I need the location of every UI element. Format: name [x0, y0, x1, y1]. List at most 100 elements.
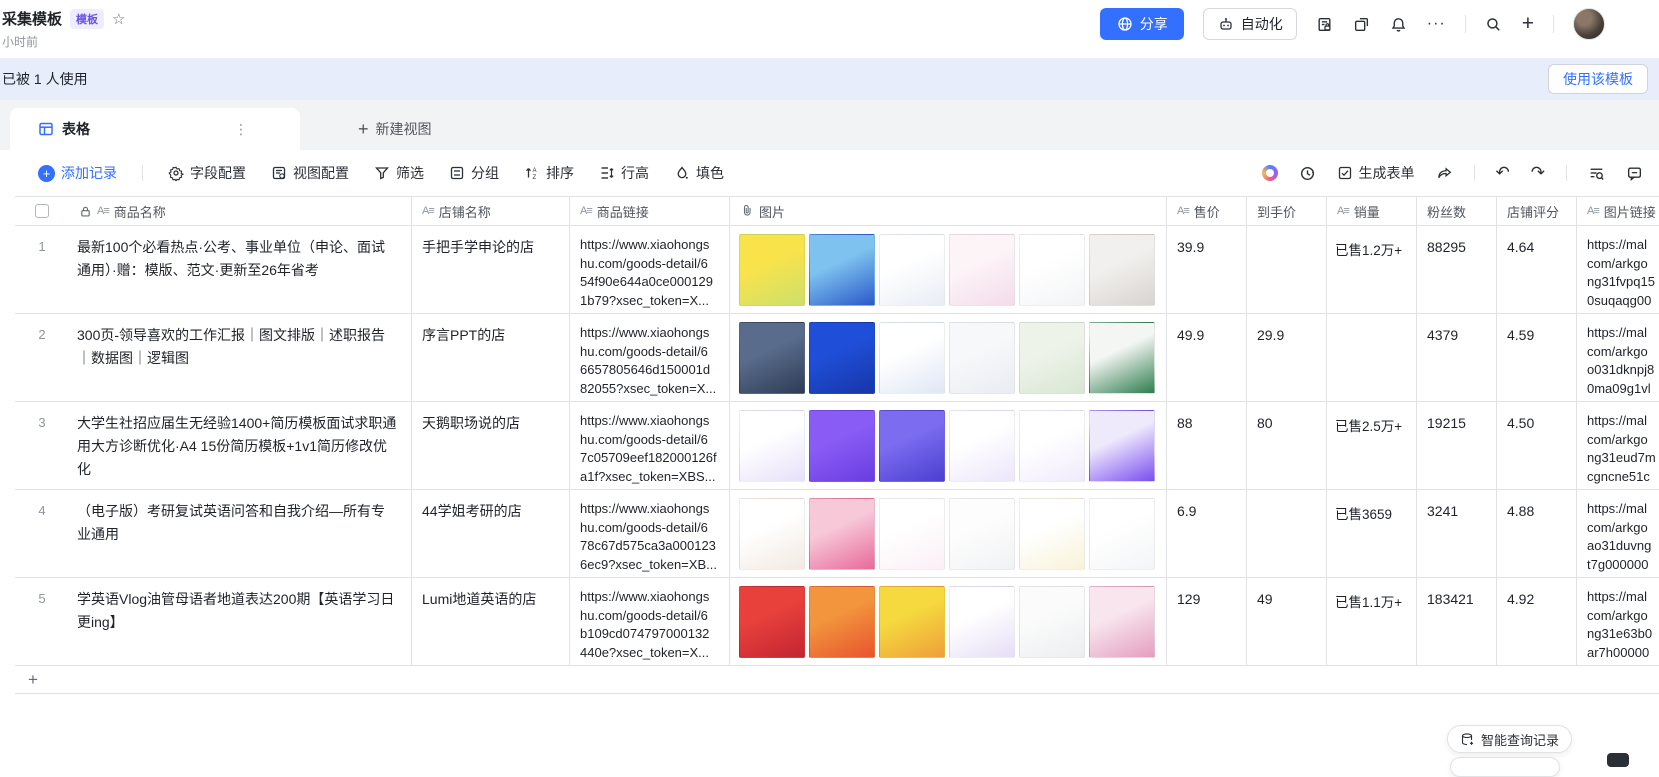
cell-product-name[interactable]: （电子版）考研复试英语问答和自我介绍—所有专业通用	[69, 490, 412, 577]
cell-product-link[interactable]: https://www.xiaohongs hu.com/goods-detai…	[570, 402, 730, 489]
undo-icon[interactable]: ↶	[1496, 163, 1510, 183]
cell-sales[interactable]	[1327, 314, 1417, 401]
cell-final-price[interactable]: 80	[1247, 402, 1327, 489]
image-thumbnail[interactable]	[739, 322, 805, 394]
sort-button[interactable]: AZ 排序	[524, 163, 574, 183]
column-header-images[interactable]: 图片	[730, 197, 1167, 225]
share-view-icon[interactable]	[1436, 165, 1453, 182]
view-config-button[interactable]: 视图配置	[271, 163, 349, 183]
cell-product-link[interactable]: https://www.xiaohongs hu.com/goods-detai…	[570, 314, 730, 401]
select-all-cell[interactable]	[15, 197, 69, 225]
image-thumbnail[interactable]	[949, 410, 1015, 482]
image-thumbnail[interactable]	[739, 234, 805, 306]
template-center-icon[interactable]	[1353, 15, 1371, 33]
cell-shop-name[interactable]: 手把手学申论的店	[412, 226, 570, 313]
cell-fans[interactable]: 3241	[1417, 490, 1497, 577]
image-thumbnail[interactable]	[739, 410, 805, 482]
cell-image-link[interactable]: https://mal com/arkgo ng31e63b0 ar7h0000…	[1577, 578, 1659, 665]
row-number-cell[interactable]: 4	[15, 490, 69, 577]
table-row[interactable]: 4 （电子版）考研复试英语问答和自我介绍—所有专业通用 44学姐考研的店 htt…	[15, 490, 1659, 578]
select-all-checkbox[interactable]	[35, 204, 49, 218]
group-button[interactable]: 分组	[449, 163, 499, 183]
cell-product-link[interactable]: https://www.xiaohongs hu.com/goods-detai…	[570, 578, 730, 665]
image-thumbnail[interactable]	[949, 234, 1015, 306]
cell-product-link[interactable]: https://www.xiaohongs hu.com/goods-detai…	[570, 226, 730, 313]
cell-product-name[interactable]: 最新100个必看热点·公考、事业单位（申论、面试通用）·赠：模版、范文·更新至2…	[69, 226, 412, 313]
image-thumbnail[interactable]	[809, 498, 875, 570]
fill-color-button[interactable]: 填色	[674, 163, 724, 183]
column-header-product-link[interactable]: A≡ 商品链接	[570, 197, 730, 225]
cell-price[interactable]: 6.9	[1167, 490, 1247, 577]
history-icon[interactable]	[1299, 165, 1316, 182]
cell-final-price[interactable]	[1247, 226, 1327, 313]
image-thumbnail[interactable]	[1019, 234, 1085, 306]
bell-icon[interactable]	[1390, 15, 1408, 33]
image-thumbnail[interactable]	[1019, 410, 1085, 482]
find-records-icon[interactable]	[1588, 165, 1605, 182]
cell-sales[interactable]: 已售1.1万+	[1327, 578, 1417, 665]
cell-image-link[interactable]: https://mal com/arkgo ng31eud7m cgncne51…	[1577, 402, 1659, 489]
image-thumbnail[interactable]	[809, 410, 875, 482]
image-thumbnail[interactable]	[949, 498, 1015, 570]
image-thumbnail[interactable]	[739, 586, 805, 658]
image-thumbnail[interactable]	[1089, 498, 1155, 570]
search-icon[interactable]	[1485, 15, 1503, 33]
smart-query-button[interactable]: 智能查询记录	[1447, 725, 1572, 753]
cell-shop-name[interactable]: 序言PPT的店	[412, 314, 570, 401]
image-thumbnail[interactable]	[879, 498, 945, 570]
generate-form-button[interactable]: 生成表单	[1337, 163, 1415, 183]
cell-images[interactable]	[730, 578, 1167, 665]
column-header-shop-name[interactable]: A≡ 店铺名称	[412, 197, 570, 225]
cell-shop-name[interactable]: 天鹅职场说的店	[412, 402, 570, 489]
cell-fans[interactable]: 183421	[1417, 578, 1497, 665]
cell-image-link[interactable]: https://mal com/arkgo ao31duvng t7g00000…	[1577, 490, 1659, 577]
cell-price[interactable]: 49.9	[1167, 314, 1247, 401]
cell-rating[interactable]: 4.64	[1497, 226, 1577, 313]
cell-price[interactable]: 129	[1167, 578, 1247, 665]
cell-images[interactable]	[730, 314, 1167, 401]
row-height-button[interactable]: 行高	[599, 163, 649, 183]
cell-final-price[interactable]	[1247, 490, 1327, 577]
column-header-fans[interactable]: 粉丝数	[1417, 197, 1497, 225]
add-row-button[interactable]: +	[15, 666, 1659, 694]
new-view-button[interactable]: + 新建视图	[358, 108, 432, 150]
floating-pill-partial[interactable]	[1450, 757, 1560, 777]
row-number-cell[interactable]: 1	[15, 226, 69, 313]
column-header-image-link[interactable]: A≡ 图片链接	[1577, 197, 1659, 225]
image-thumbnail[interactable]	[1089, 586, 1155, 658]
cell-image-link[interactable]: https://mal com/arkgo o031dknpj8 0ma09g1…	[1577, 314, 1659, 401]
use-template-button[interactable]: 使用该模板	[1548, 64, 1648, 94]
column-header-rating[interactable]: 店铺评分	[1497, 197, 1577, 225]
image-thumbnail[interactable]	[949, 586, 1015, 658]
share-button[interactable]: 分享	[1100, 8, 1184, 40]
image-thumbnail[interactable]	[1089, 234, 1155, 306]
image-thumbnail[interactable]	[1089, 322, 1155, 394]
image-thumbnail[interactable]	[879, 234, 945, 306]
row-number-cell[interactable]: 3	[15, 402, 69, 489]
image-thumbnail[interactable]	[949, 322, 1015, 394]
cell-fans[interactable]: 19215	[1417, 402, 1497, 489]
cell-sales[interactable]: 已售3659	[1327, 490, 1417, 577]
tab-grid-view[interactable]: 表格 ⋮	[10, 108, 300, 150]
automation-button[interactable]: 自动化	[1203, 8, 1297, 40]
column-header-sales[interactable]: A≡ 销量	[1327, 197, 1417, 225]
image-thumbnail[interactable]	[809, 586, 875, 658]
cell-fans[interactable]: 4379	[1417, 314, 1497, 401]
cell-images[interactable]	[730, 226, 1167, 313]
cell-rating[interactable]: 4.50	[1497, 402, 1577, 489]
column-header-product-name[interactable]: A≡ 商品名称	[69, 197, 412, 225]
redo-icon[interactable]: ↷	[1531, 163, 1545, 183]
filter-button[interactable]: 筛选	[374, 163, 424, 183]
table-row[interactable]: 3 大学生社招应届生无经验1400+简历模板面试求职通用大方诊断优化·A4 15…	[15, 402, 1659, 490]
cell-images[interactable]	[730, 402, 1167, 489]
tab-more-icon[interactable]: ⋮	[234, 121, 248, 138]
table-row[interactable]: 2 300页-领导喜欢的工作汇报｜图文排版｜述职报告｜数据图｜逻辑图 序言PPT…	[15, 314, 1659, 402]
cell-product-name[interactable]: 大学生社招应届生无经验1400+简历模板面试求职通用大方诊断优化·A4 15份简…	[69, 402, 412, 489]
field-config-button[interactable]: 字段配置	[168, 163, 246, 183]
add-record-button[interactable]: + 添加记录	[38, 163, 117, 183]
cell-rating[interactable]: 4.59	[1497, 314, 1577, 401]
cell-images[interactable]	[730, 490, 1167, 577]
comment-icon[interactable]	[1626, 165, 1643, 182]
cell-price[interactable]: 39.9	[1167, 226, 1247, 313]
image-thumbnail[interactable]	[1019, 498, 1085, 570]
